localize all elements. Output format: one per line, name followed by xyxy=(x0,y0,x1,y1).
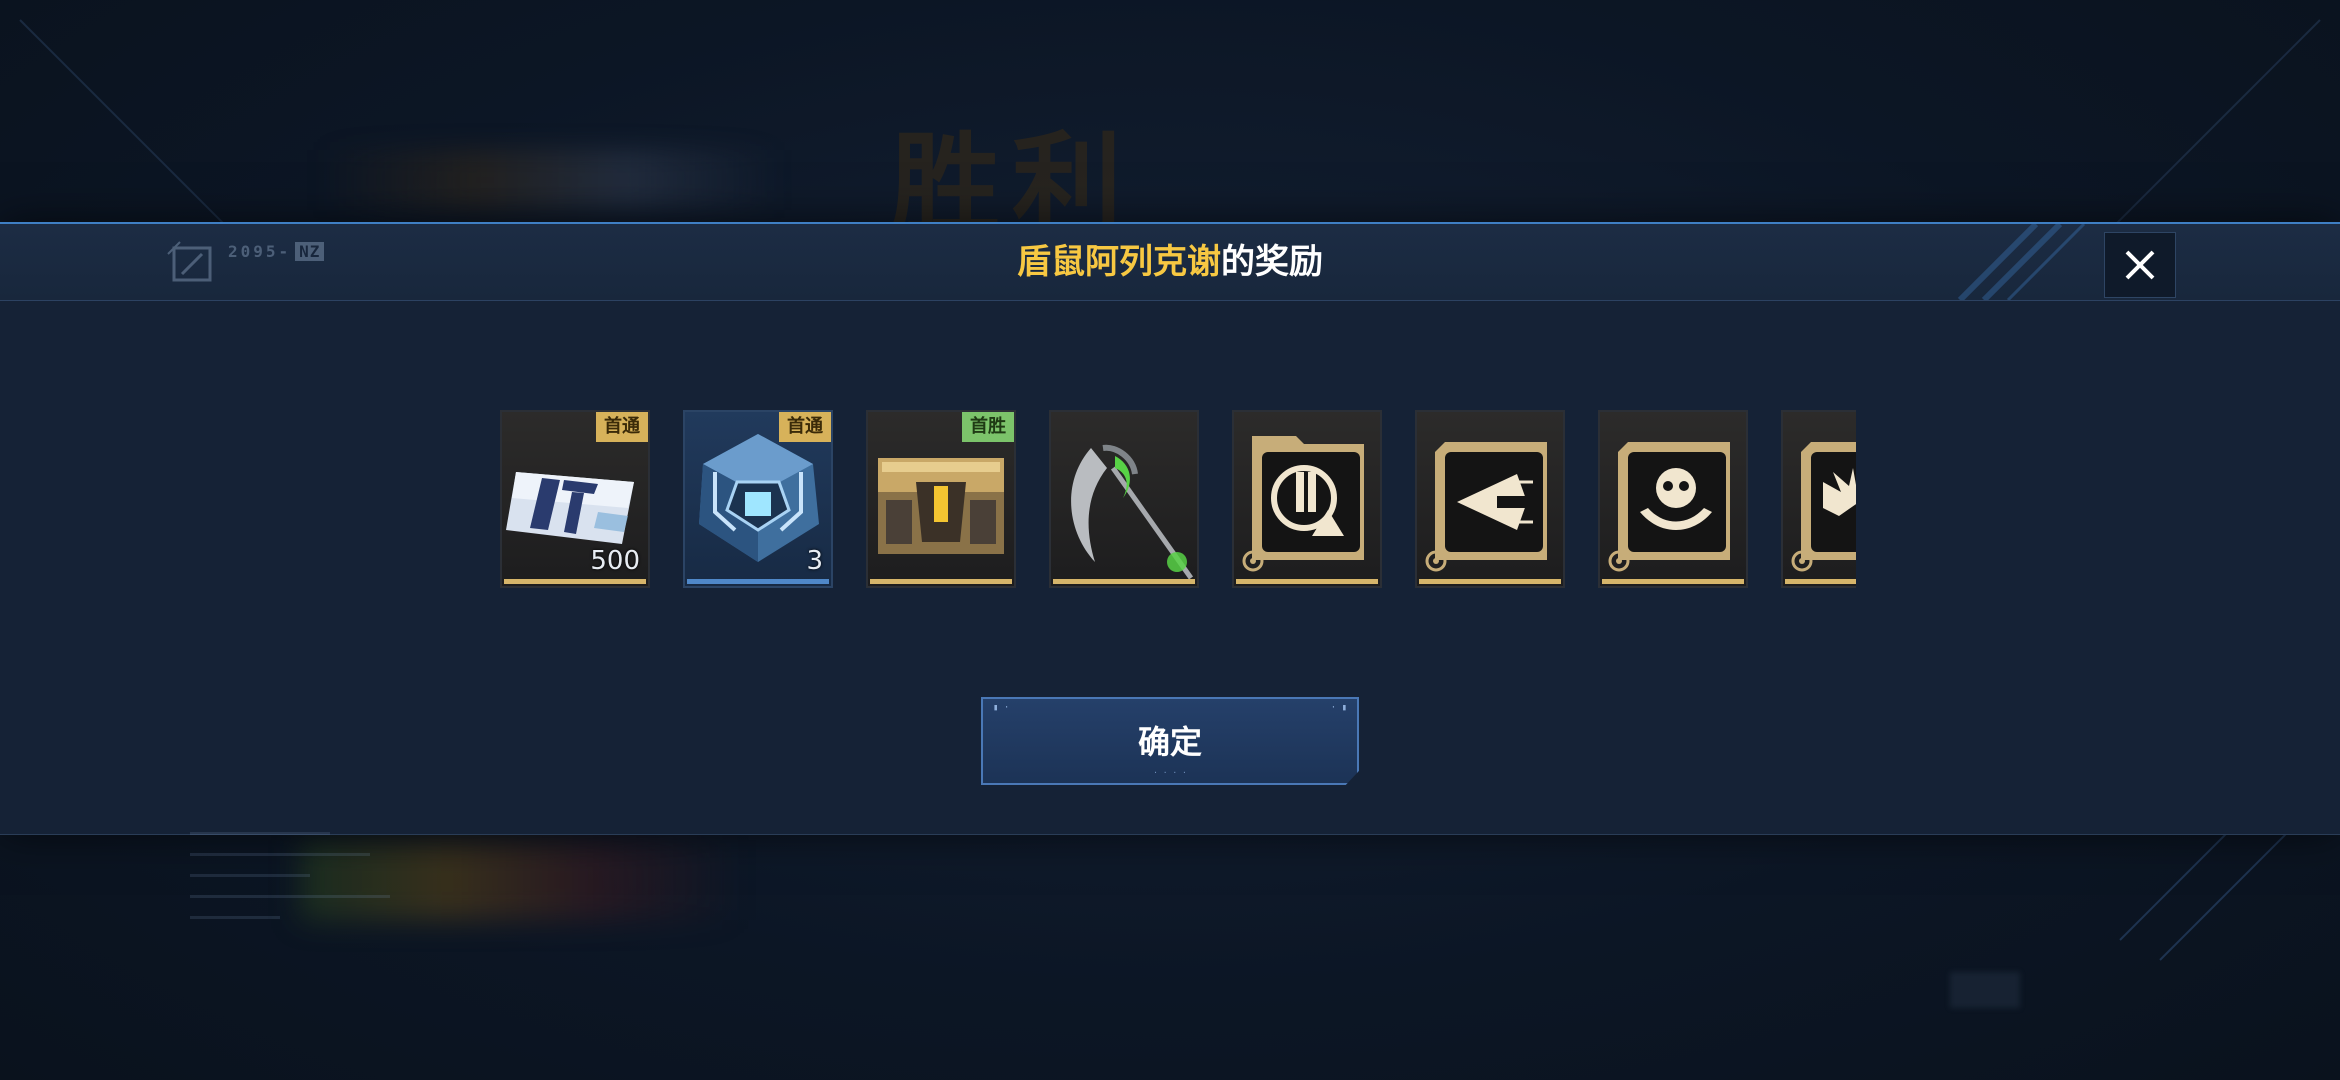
header-stripes-decor xyxy=(1957,224,2086,300)
reward-item-scythe[interactable] xyxy=(1049,410,1199,588)
rarity-bar xyxy=(870,579,1012,584)
close-button[interactable] xyxy=(2104,232,2176,298)
gear-icon xyxy=(1608,550,1630,572)
gear-icon xyxy=(1242,550,1264,572)
reward-item-ammo-module[interactable] xyxy=(1232,410,1382,588)
reward-item-crystal-core[interactable]: 首通 3 xyxy=(683,410,833,588)
reward-item-supply-chest[interactable]: 首胜 xyxy=(866,410,1016,588)
reward-quantity: 500 xyxy=(590,546,640,576)
rarity-bar xyxy=(1785,579,1856,584)
title-suffix: 的奖励 xyxy=(1221,242,1323,282)
rarity-bar xyxy=(1053,579,1195,584)
reward-modal: 2095- NZ 盾鼠阿列克谢的奖励 首通 500 首通 3 首胜 ▮ · · … xyxy=(0,222,2340,919)
scythe-icon xyxy=(1071,444,1194,580)
gear-icon xyxy=(1425,550,1447,572)
rarity-bar xyxy=(1602,579,1744,584)
game-screen: 胜利 2095- NZ 盾鼠阿列克谢的奖励 首通 500 首通 3 首胜 ▮ ·… xyxy=(0,0,2340,1080)
reward-item-skull-module[interactable] xyxy=(1598,410,1748,588)
close-icon xyxy=(2125,250,2155,280)
reward-list: 首通 500 首通 3 首胜 xyxy=(500,410,1856,590)
modal-header: 2095- NZ 盾鼠阿列克谢的奖励 xyxy=(0,224,2340,301)
title-character-name: 盾鼠阿列克谢 xyxy=(1017,242,1221,282)
badge-first-clear: 首通 xyxy=(596,412,648,442)
confirm-button[interactable]: ▮ · · ▮ 确定 · · · · xyxy=(981,697,1359,785)
rarity-bar xyxy=(687,579,829,584)
background-button xyxy=(1950,972,2020,1008)
rarity-bar xyxy=(1419,579,1561,584)
reward-quantity: 3 xyxy=(806,546,823,576)
rarity-bar xyxy=(1236,579,1378,584)
gear-icon xyxy=(1791,550,1813,572)
background-player-name xyxy=(320,150,780,210)
reward-item-missile-module[interactable] xyxy=(1415,410,1565,588)
badge-first-win: 首胜 xyxy=(962,412,1014,442)
reward-item-partial-module[interactable] xyxy=(1781,410,1856,588)
reward-item-ticket[interactable]: 首通 500 xyxy=(500,410,650,588)
confirm-decor-bottom: · · · · xyxy=(1153,768,1187,777)
badge-first-clear: 首通 xyxy=(779,412,831,442)
rarity-bar xyxy=(504,579,646,584)
background-info-lines xyxy=(166,814,466,1044)
